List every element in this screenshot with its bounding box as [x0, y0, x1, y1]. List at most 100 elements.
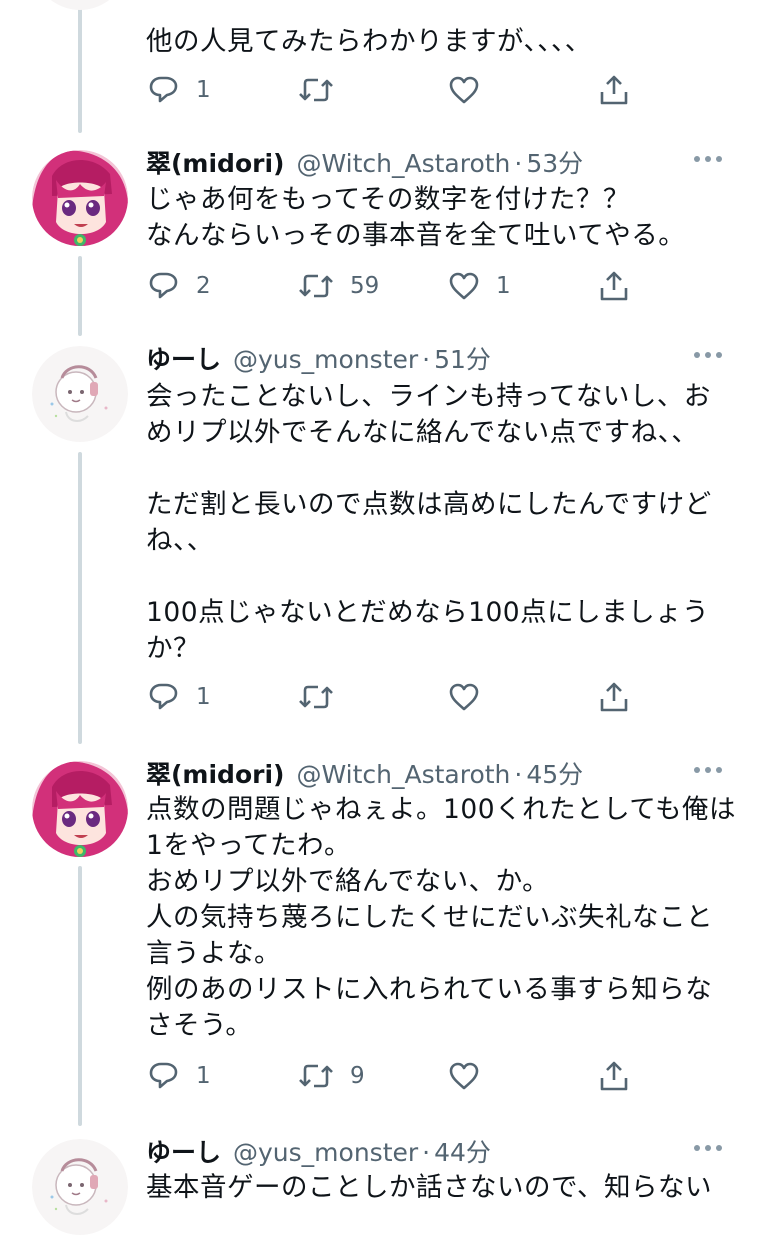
user-handle[interactable]: @yus_monster — [233, 345, 418, 374]
heart-icon — [449, 683, 479, 711]
user-handle[interactable]: @Witch_Astaroth — [296, 149, 510, 178]
more-options-icon[interactable] — [694, 1145, 722, 1155]
like-button[interactable] — [448, 70, 480, 110]
share-button[interactable] — [598, 1056, 630, 1096]
tweet-text-line: 1をやってたわ。 — [146, 830, 352, 861]
retweet-button[interactable]: 59 — [298, 266, 379, 306]
tweet-text-line: 他の人見てみたらわかりますが、、、、 — [146, 26, 592, 57]
tweet-actions: 1 — [146, 70, 746, 110]
user-handle[interactable]: @yus_monster — [233, 1138, 418, 1167]
retweet-icon — [298, 78, 334, 102]
tweet-text: じゃあ何をもってその数字を付けた？？ なんならいっその事本音を全て吐いてやる。 — [146, 182, 736, 254]
separator-dot: · — [514, 760, 523, 789]
tweet-text: 点数の問題じゃねぇよ。100くれたとしても俺は 1をやってたわ。 おめリプ以外で… — [146, 792, 736, 1044]
tweet-text-line: 人の気持ち蔑ろにしたくせにだいぶ失礼なこと — [146, 902, 713, 933]
tweet-text-line: おめリプ以外で絡んでない、か。 — [146, 866, 550, 897]
tweet-text-line: ね、、 — [146, 525, 214, 556]
tweet-actions: 2 59 1 — [146, 266, 746, 306]
tweet-text-line: 点数の問題じゃねぇよ。100くれたとしても俺は — [146, 794, 736, 825]
tweet-text: 会ったことないし、ラインも持ってないし、お めリプ以外でそんなに絡んでない点です… — [146, 379, 736, 667]
retweet-icon — [298, 274, 334, 298]
reply-icon — [149, 1062, 178, 1089]
tweet-text-line: 会ったことないし、ラインも持ってないし、お — [146, 381, 711, 412]
tweet-text-line: か？ — [146, 633, 200, 664]
thread-line — [78, 0, 82, 133]
share-icon — [600, 75, 628, 105]
tweet-text: 他の人見てみたらわかりますが、、、、 — [146, 24, 736, 60]
tweet-text: 基本音ゲーのことしか話さないので、知らない — [146, 1170, 736, 1206]
reply-count: 1 — [196, 1063, 211, 1089]
tweet-text-line: めリプ以外でそんなに絡んでない点ですね、、 — [146, 417, 699, 448]
share-icon — [600, 682, 628, 712]
retweet-count: 9 — [350, 1063, 365, 1089]
timestamp[interactable]: 51分 — [434, 340, 491, 376]
tweet-text-line: なんならいっその事本音を全て吐いてやる。 — [146, 220, 686, 251]
reply-icon — [149, 683, 178, 710]
display-name[interactable]: 翠(midori) — [146, 755, 284, 791]
reply-count: 2 — [196, 273, 211, 299]
display-name[interactable]: ゆーし — [146, 340, 221, 376]
avatar[interactable] — [32, 150, 128, 246]
thread-line — [78, 866, 82, 1126]
tweet-actions: 1 — [146, 677, 746, 717]
reply-button[interactable]: 1 — [148, 70, 211, 110]
display-name[interactable]: ゆーし — [146, 1133, 221, 1169]
tweet-header: 翠(midori) @Witch_Astaroth · 53分 — [146, 144, 583, 180]
avatar[interactable] — [32, 1139, 128, 1235]
reply-icon — [149, 76, 178, 103]
share-button[interactable] — [598, 266, 630, 306]
reply-button[interactable]: 2 — [148, 266, 211, 306]
avatar[interactable] — [32, 761, 128, 857]
separator-dot: · — [422, 345, 431, 374]
like-button[interactable] — [448, 1056, 480, 1096]
tweet-text-line: 基本音ゲーのことしか話さないので、知らない — [146, 1172, 712, 1203]
like-button[interactable]: 1 — [448, 266, 511, 306]
tweet-text-line: 言うよな。 — [146, 938, 281, 969]
share-icon — [600, 1061, 628, 1091]
retweet-button[interactable] — [298, 70, 334, 110]
tweet-header: 翠(midori) @Witch_Astaroth · 45分 — [146, 755, 583, 791]
like-button[interactable] — [448, 677, 480, 717]
reply-icon — [149, 272, 178, 299]
retweet-icon — [298, 685, 334, 709]
more-options-icon[interactable] — [694, 767, 722, 777]
retweet-icon — [298, 1064, 334, 1088]
share-icon — [600, 271, 628, 301]
tweet-text-line: 100点じゃないとだめなら100点にしましょう — [146, 597, 710, 628]
thread-line — [78, 256, 82, 336]
tweet-text-line: さそう。 — [146, 1010, 253, 1041]
share-button[interactable] — [598, 677, 630, 717]
retweet-button[interactable] — [298, 677, 334, 717]
timestamp[interactable]: 45分 — [526, 755, 583, 791]
heart-icon — [449, 1062, 479, 1090]
tweet-text-line: 例のあのリストに入れられている事すら知らな — [146, 974, 713, 1005]
tweet-actions: 1 9 — [146, 1056, 746, 1096]
avatar[interactable] — [32, 0, 128, 10]
separator-dot: · — [514, 149, 523, 178]
heart-icon — [449, 272, 479, 300]
reply-count: 1 — [196, 684, 211, 710]
retweet-count: 59 — [350, 273, 380, 299]
retweet-button[interactable]: 9 — [298, 1056, 365, 1096]
timestamp[interactable]: 53分 — [526, 144, 583, 180]
separator-dot: · — [422, 1138, 431, 1167]
like-count: 1 — [496, 273, 511, 299]
avatar[interactable] — [32, 346, 128, 442]
more-options-icon[interactable] — [694, 156, 722, 166]
timestamp[interactable]: 44分 — [434, 1133, 491, 1169]
more-options-icon[interactable] — [694, 352, 722, 362]
reply-count: 1 — [196, 77, 211, 103]
tweet-header: ゆーし @yus_monster · 44分 — [146, 1133, 491, 1169]
reply-button[interactable]: 1 — [148, 1056, 211, 1096]
tweet-text-line: じゃあ何をもってその数字を付けた？？ — [146, 184, 630, 215]
share-button[interactable] — [598, 70, 630, 110]
tweet-header: ゆーし @yus_monster · 51分 — [146, 340, 491, 376]
reply-button[interactable]: 1 — [148, 677, 211, 717]
heart-icon — [449, 76, 479, 104]
thread-line — [78, 452, 82, 744]
tweet-text-line: ただ割と長いので点数は高めにしたんですけど — [146, 489, 712, 520]
user-handle[interactable]: @Witch_Astaroth — [296, 760, 510, 789]
display-name[interactable]: 翠(midori) — [146, 144, 284, 180]
